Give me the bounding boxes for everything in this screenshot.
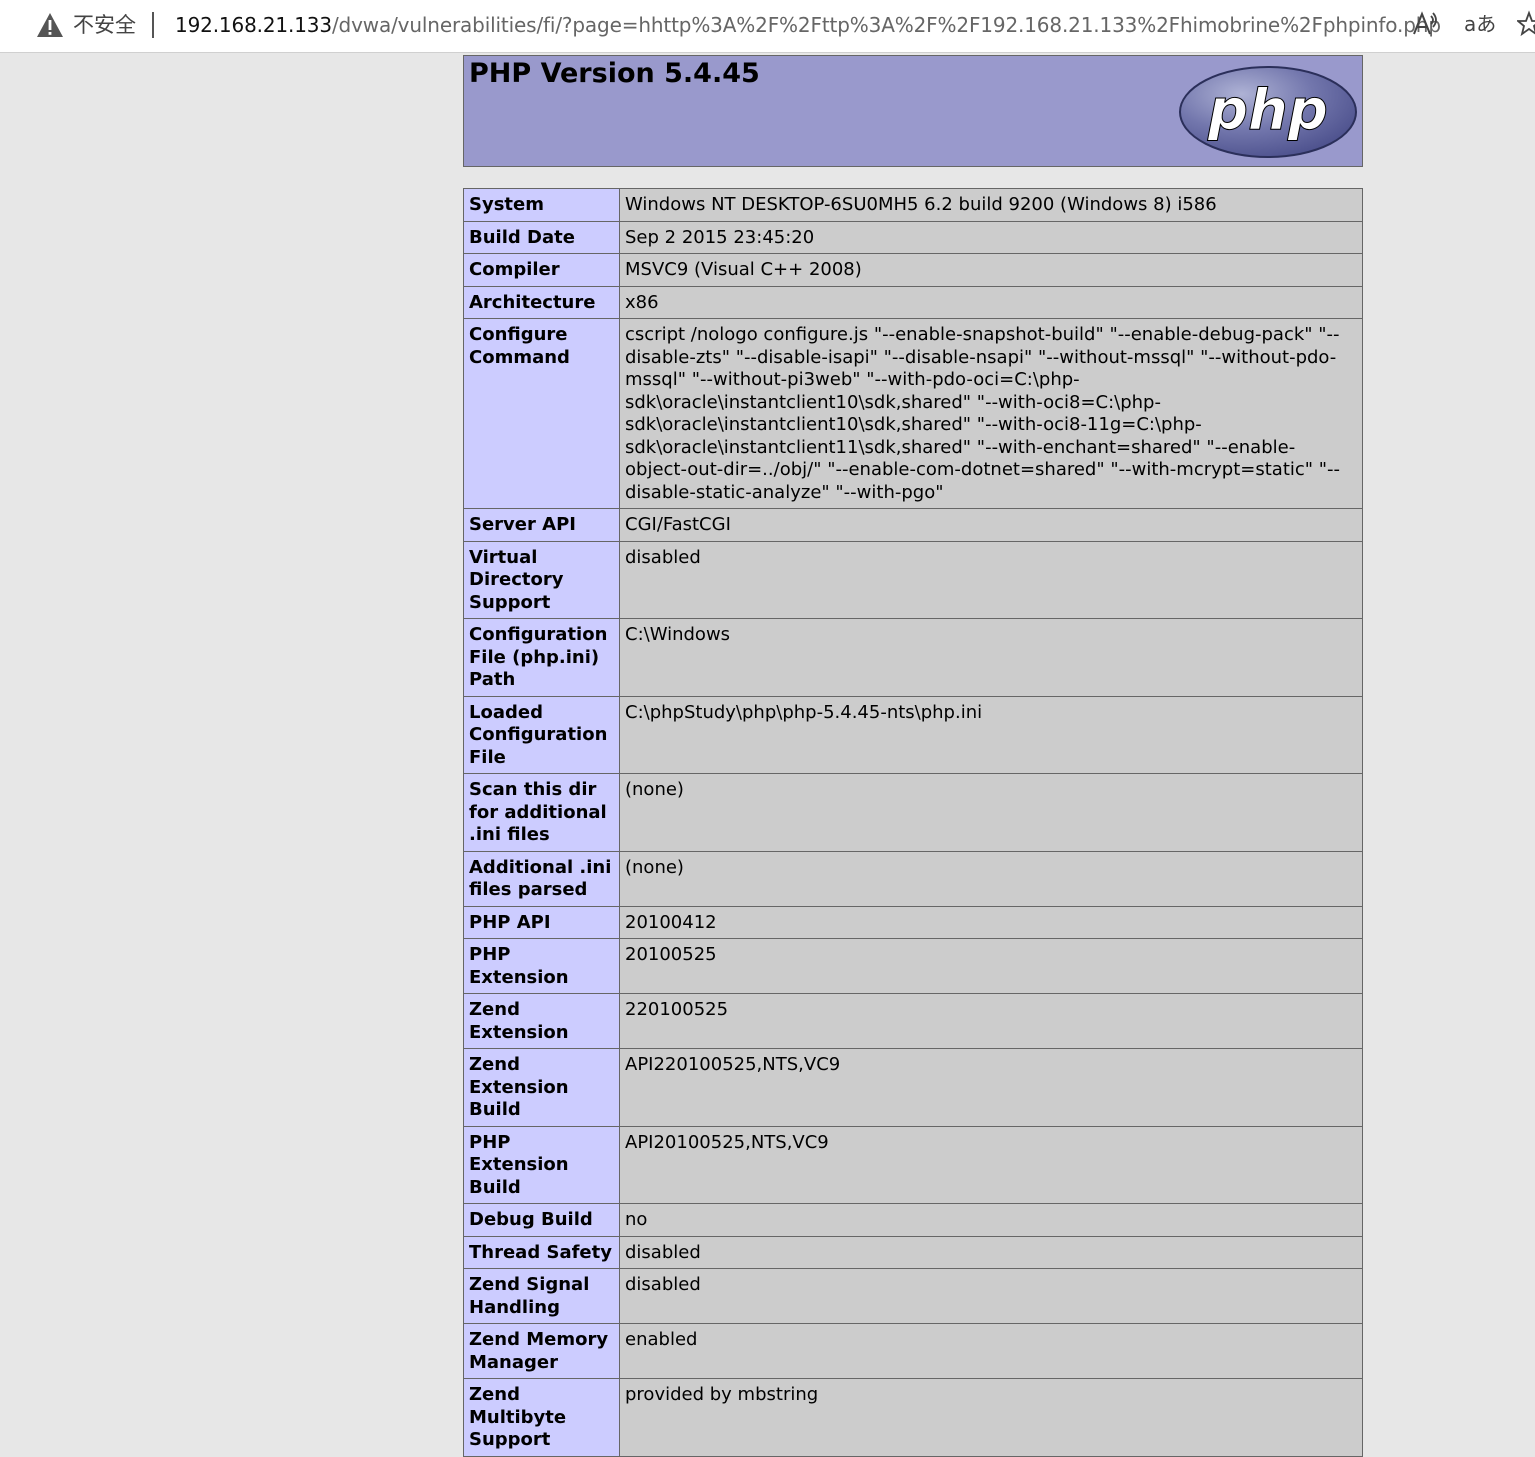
- table-row: PHP Extension Build API20100525,NTS,VC9: [463, 1125, 1363, 1204]
- row-value: CGI/FastCGI: [619, 508, 1363, 542]
- address-bar: 不安全 192.168.21.133/dvwa/vulnerabilities/…: [0, 0, 1535, 53]
- divider: [152, 12, 154, 38]
- table-row: System Windows NT DESKTOP-6SU0MH5 6.2 bui…: [463, 188, 1363, 222]
- svg-text:php: php: [1207, 78, 1328, 143]
- table-row: Debug Build no: [463, 1203, 1363, 1237]
- table-row: Loaded Configuration File C:\phpStudy\php…: [463, 695, 1363, 774]
- php-logo[interactable]: php: [1178, 65, 1358, 159]
- row-key: Zend Extension: [463, 993, 620, 1049]
- table-row: Configure Command cscript /nologo configu…: [463, 318, 1363, 509]
- table-row: Zend Multibyte Support provided by mbstri…: [463, 1378, 1363, 1457]
- row-value: disabled: [619, 1235, 1363, 1269]
- row-value: provided by mbstring: [619, 1378, 1363, 1457]
- row-key: Virtual Directory Support: [463, 540, 620, 619]
- row-key: Configuration File (php.ini) Path: [463, 618, 620, 697]
- table-row: Additional .ini files parsed (none): [463, 850, 1363, 907]
- row-value: x86: [619, 285, 1363, 319]
- row-value: MSVC9 (Visual C++ 2008): [619, 253, 1363, 287]
- read-aloud-icon[interactable]: [1411, 10, 1439, 38]
- row-value: Windows NT DESKTOP-6SU0MH5 6.2 build 920…: [619, 188, 1363, 222]
- row-key: Server API: [463, 508, 620, 542]
- row-value: no: [619, 1203, 1363, 1237]
- table-row: PHP API 20100412: [463, 905, 1363, 939]
- row-key: Scan this dir for additional .ini files: [463, 773, 620, 852]
- row-value: API20100525,NTS,VC9: [619, 1125, 1363, 1204]
- translate-icon[interactable]: aあ: [1464, 10, 1496, 38]
- row-key: Additional .ini files parsed: [463, 850, 620, 907]
- table-row: Thread Safety disabled: [463, 1235, 1363, 1269]
- row-key: Zend Multibyte Support: [463, 1378, 620, 1457]
- row-value: (none): [619, 773, 1363, 852]
- row-key: Configure Command: [463, 318, 620, 509]
- row-key: Architecture: [463, 285, 620, 319]
- row-key: System: [463, 188, 620, 222]
- row-key: Loaded Configuration File: [463, 695, 620, 774]
- phpinfo-header: PHP Version 5.4.45 php: [463, 55, 1363, 167]
- row-value: disabled: [619, 1268, 1363, 1324]
- table-row: Build Date Sep 2 2015 23:45:20: [463, 220, 1363, 254]
- url-host: 192.168.21.133: [175, 13, 332, 37]
- row-value: (none): [619, 850, 1363, 907]
- url-path: /dvwa/vulnerabilities/fi/?page=hhttp%3A%…: [331, 13, 1441, 37]
- table-row: Virtual Directory Support disabled: [463, 540, 1363, 619]
- row-value: enabled: [619, 1323, 1363, 1379]
- table-row: Zend Memory Manager enabled: [463, 1323, 1363, 1379]
- phpinfo-table: System Windows NT DESKTOP-6SU0MH5 6.2 bui…: [463, 188, 1363, 1457]
- table-row: Zend Extension 220100525: [463, 993, 1363, 1049]
- table-row: Scan this dir for additional .ini files(…: [463, 773, 1363, 852]
- row-value: 20100412: [619, 905, 1363, 939]
- table-row: Server API CGI/FastCGI: [463, 508, 1363, 542]
- row-key: Thread Safety: [463, 1235, 620, 1269]
- row-key: PHP API: [463, 905, 620, 939]
- row-value: cscript /nologo configure.js "--enable-s…: [619, 318, 1363, 509]
- row-value: Sep 2 2015 23:45:20: [619, 220, 1363, 254]
- table-row: PHP Extension 20100525: [463, 938, 1363, 994]
- row-value: disabled: [619, 540, 1363, 619]
- url-input[interactable]: 192.168.21.133/dvwa/vulnerabilities/fi/?…: [175, 12, 1441, 38]
- table-row: Zend Extension Build API220100525,NTS,VC9: [463, 1048, 1363, 1127]
- row-key: Zend Memory Manager: [463, 1323, 620, 1379]
- row-key: Zend Signal Handling: [463, 1268, 620, 1324]
- table-row: Architecture x86: [463, 285, 1363, 319]
- page-title: PHP Version 5.4.45: [469, 58, 760, 89]
- row-value: API220100525,NTS,VC9: [619, 1048, 1363, 1127]
- table-row: Configuration File (php.ini) Path C:\Wind…: [463, 618, 1363, 697]
- row-key: Zend Extension Build: [463, 1048, 620, 1127]
- table-row: Zend Signal Handling disabled: [463, 1268, 1363, 1324]
- security-status-label[interactable]: 不安全: [73, 12, 136, 38]
- row-key: PHP Extension: [463, 938, 620, 994]
- row-key: Compiler: [463, 253, 620, 287]
- row-value: 220100525: [619, 993, 1363, 1049]
- row-key: Build Date: [463, 220, 620, 254]
- table-row: Compiler MSVC9 (Visual C++ 2008): [463, 253, 1363, 287]
- row-key: PHP Extension Build: [463, 1125, 620, 1204]
- favorite-star-icon[interactable]: [1517, 10, 1535, 38]
- row-value: C:\phpStudy\php\php-5.4.45-nts\php.ini: [619, 695, 1363, 774]
- row-key: Debug Build: [463, 1203, 620, 1237]
- phpinfo-content: PHP Version 5.4.45 php System Windows NT …: [463, 55, 1363, 1457]
- row-value: 20100525: [619, 938, 1363, 994]
- row-value: C:\Windows: [619, 618, 1363, 697]
- warning-icon[interactable]: [36, 12, 64, 38]
